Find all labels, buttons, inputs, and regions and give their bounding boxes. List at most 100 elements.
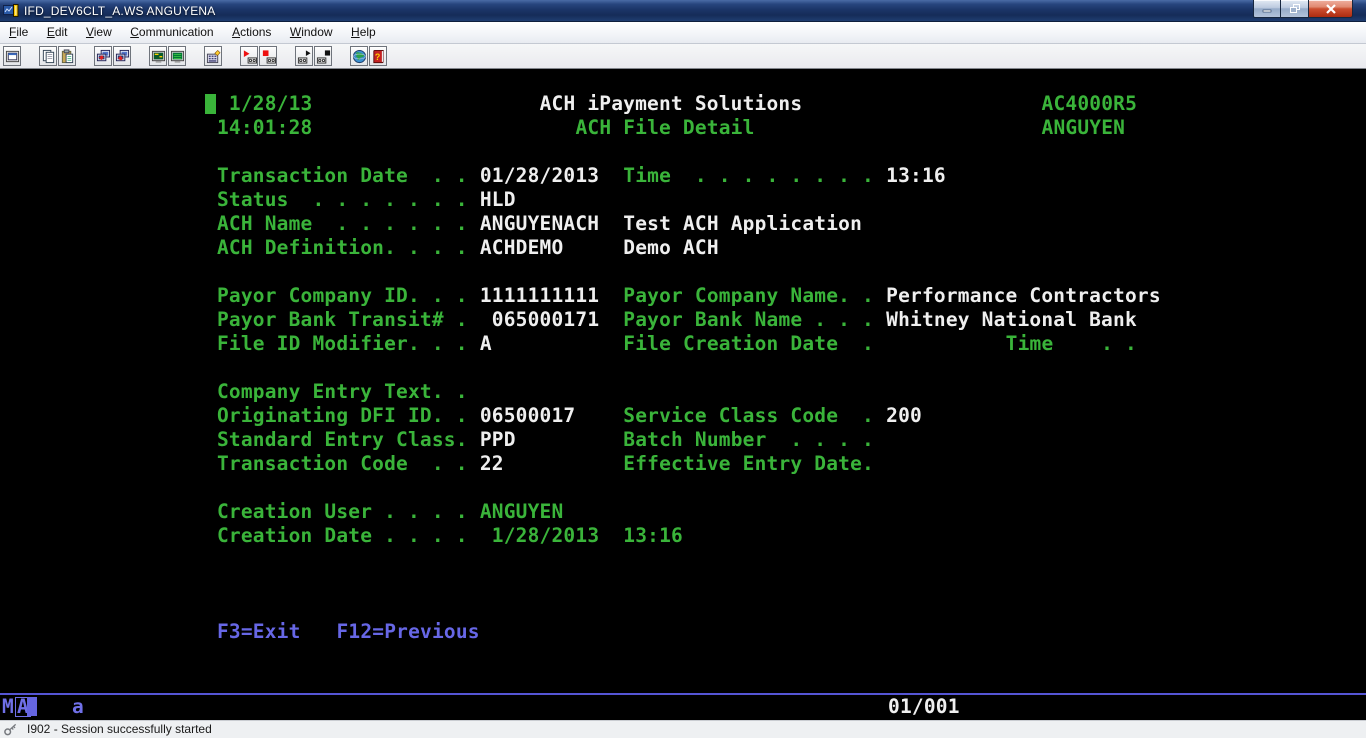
- terminal-text: ANGUYENACH: [480, 212, 599, 236]
- menu-item-help[interactable]: Help: [344, 22, 383, 43]
- terminal-text: Time . .: [1006, 332, 1137, 356]
- terminal-text: 065000171: [492, 308, 599, 332]
- stop-macro-icon: [316, 49, 331, 64]
- terminal-cursor: [205, 94, 216, 114]
- minimize-button[interactable]: [1253, 0, 1281, 18]
- terminal-text: 01/28/2013: [480, 164, 599, 188]
- terminal-text: F3=Exit: [217, 620, 301, 644]
- terminal-text: Transaction Date . .: [217, 164, 468, 188]
- menu-item-actions[interactable]: Actions: [225, 22, 278, 43]
- terminal-text: Creation Date . . . .: [217, 524, 468, 548]
- connection-key-icon: [3, 722, 18, 737]
- terminal-text: Payor Company Name. .: [623, 284, 874, 308]
- multiple-sessions-icon: [170, 49, 185, 64]
- minimize-icon: [1262, 4, 1272, 13]
- jump-to-session-button[interactable]: [3, 46, 21, 66]
- menu-item-communication[interactable]: Communication: [123, 22, 220, 43]
- close-button[interactable]: [1309, 0, 1353, 18]
- terminal-text: ACHDEMO: [480, 236, 564, 260]
- window-controls: [1253, 0, 1353, 18]
- menu-item-window[interactable]: Window: [283, 22, 340, 43]
- terminal-text: Test ACH Application: [623, 212, 862, 236]
- oia-system-indicator: M: [2, 696, 14, 718]
- oia-cursor-position: 01/001: [888, 696, 960, 718]
- terminal-text: ANGUYEN: [480, 500, 564, 524]
- multiple-sessions-button[interactable]: [168, 46, 186, 66]
- terminal-text: 06500017: [480, 404, 576, 428]
- record-macro-icon: [242, 49, 257, 64]
- terminal-text: 200: [886, 404, 922, 428]
- status-message: I902 - Session successfully started: [27, 721, 212, 738]
- oia-shift-indicator: a: [72, 696, 84, 718]
- play-macro-icon: [297, 49, 312, 64]
- title-bar[interactable]: IFD_DEV6CLT_A.WS ANGUYENA: [0, 0, 1366, 22]
- receive-file-icon: [115, 49, 130, 64]
- menu-item-edit[interactable]: Edit: [40, 22, 75, 43]
- keyboard-setup-icon: [206, 49, 221, 64]
- terminal-text: Payor Bank Name . . .: [623, 308, 874, 332]
- terminal-text: 13:16: [623, 524, 683, 548]
- play-macro-button[interactable]: [295, 46, 313, 66]
- terminal-text: ACH File Detail: [575, 116, 754, 140]
- terminal-text: Time . . . . . . . .: [623, 164, 874, 188]
- jump-to-session-icon: [5, 49, 20, 64]
- terminal-text: Service Class Code .: [623, 404, 874, 428]
- terminal-text: Effective Entry Date.: [623, 452, 874, 476]
- terminal-text: Status . . . . . . .: [217, 188, 468, 212]
- restore-icon: [1289, 3, 1301, 14]
- terminal-text: Batch Number . . . .: [623, 428, 874, 452]
- menu-bar: File Edit View Communication Actions Win…: [0, 22, 1366, 44]
- stop-macro-button[interactable]: [314, 46, 332, 66]
- receive-file-button[interactable]: [113, 46, 131, 66]
- web-browser-button[interactable]: [350, 46, 368, 66]
- keyboard-setup-button[interactable]: [204, 46, 222, 66]
- window-title: IFD_DEV6CLT_A.WS ANGUYENA: [24, 0, 216, 22]
- paste-button[interactable]: [58, 46, 76, 66]
- terminal-text: AC4000R5: [1042, 92, 1138, 116]
- status-bar: I902 - Session successfully started: [0, 720, 1366, 738]
- menu-item-view[interactable]: View: [79, 22, 119, 43]
- menu-item-file[interactable]: File: [2, 22, 35, 43]
- svg-text:?: ?: [374, 51, 379, 61]
- send-file-icon: [96, 49, 111, 64]
- close-icon: [1325, 4, 1337, 14]
- terminal-text: 1111111111: [480, 284, 599, 308]
- terminal-text: File Creation Date .: [623, 332, 874, 356]
- terminal-text: Creation User . . . .: [217, 500, 468, 524]
- emulator-window: IFD_DEV6CLT_A.WS ANGUYENA File Edit View…: [0, 0, 1366, 738]
- copy-icon: [41, 49, 56, 64]
- terminal-text: Transaction Code . .: [217, 452, 468, 476]
- restore-button[interactable]: [1281, 0, 1309, 18]
- terminal-text: ANGUYEN: [1042, 116, 1126, 140]
- display-setup-icon: [151, 49, 166, 64]
- terminal-text: 22: [480, 452, 504, 476]
- stop-recording-icon: [261, 49, 276, 64]
- terminal-text: HLD: [480, 188, 516, 212]
- send-file-button[interactable]: [94, 46, 112, 66]
- terminal-text: Whitney National Bank: [886, 308, 1137, 332]
- terminal-text: ACH Definition. . . .: [217, 236, 468, 260]
- terminal-text: Company Entry Text. .: [217, 380, 468, 404]
- terminal-text: 13:16: [886, 164, 946, 188]
- session-app-icon: [3, 3, 19, 19]
- record-macro-button[interactable]: [240, 46, 258, 66]
- paste-icon: [60, 49, 75, 64]
- stop-recording-button[interactable]: [259, 46, 277, 66]
- terminal-text: 1/28/13: [229, 92, 313, 116]
- terminal-text: Originating DFI ID. .: [217, 404, 468, 428]
- help-button[interactable]: ?: [369, 46, 387, 66]
- oia-status-row: M A a 01/001: [0, 696, 1366, 720]
- terminal-text: A: [480, 332, 492, 356]
- terminal-text: Payor Company ID. . .: [217, 284, 468, 308]
- terminal-text: Payor Bank Transit# .: [217, 308, 468, 332]
- terminal-text: 14:01:28: [217, 116, 313, 140]
- oia-separator: [0, 693, 1366, 695]
- display-setup-button[interactable]: [149, 46, 167, 66]
- terminal-text: 1/28/2013: [492, 524, 599, 548]
- terminal-text: Demo ACH: [623, 236, 719, 260]
- terminal-text: Standard Entry Class.: [217, 428, 468, 452]
- terminal-text: ACH Name . . . . . .: [217, 212, 468, 236]
- copy-button[interactable]: [39, 46, 57, 66]
- terminal-screen[interactable]: 1/28/13ACH iPayment SolutionsAC4000R514:…: [0, 69, 1366, 720]
- terminal-text: File ID Modifier. . .: [217, 332, 468, 356]
